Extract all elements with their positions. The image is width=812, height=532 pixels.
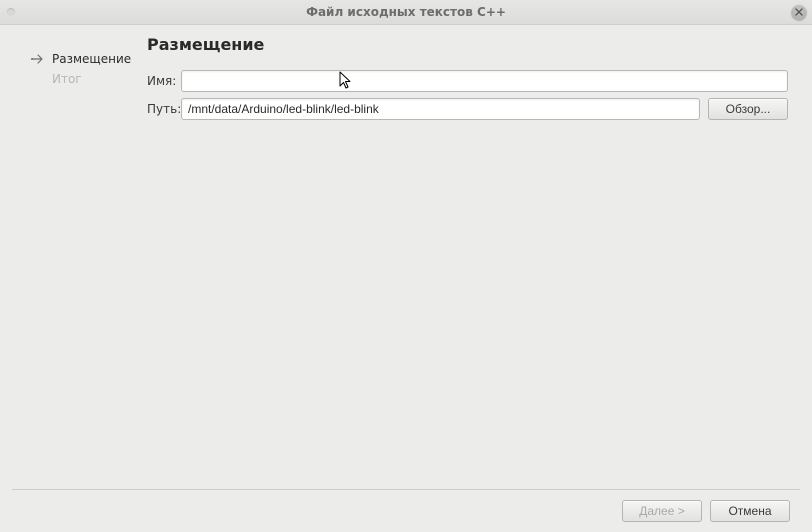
name-label: Имя:	[147, 74, 181, 88]
browse-button[interactable]: Обзор...	[708, 98, 788, 120]
name-field[interactable]	[181, 70, 788, 92]
wizard-steps: Размещение Итог	[0, 25, 140, 89]
close-icon	[795, 8, 803, 16]
wizard-page: Размещение Имя: Путь: Обзор...	[147, 35, 788, 126]
cancel-button[interactable]: Отмена	[710, 500, 790, 522]
wizard-step-label: Размещение	[52, 52, 131, 66]
wizard-step-placement: Размещение	[0, 49, 140, 69]
page-title: Размещение	[147, 35, 788, 54]
wizard-step-label: Итог	[52, 72, 82, 86]
wizard-button-bar: Далее > Отмена	[0, 490, 812, 532]
titlebar-dot-icon	[7, 8, 15, 16]
path-row: Путь: Обзор...	[147, 98, 788, 120]
wizard-body: Размещение Итог Размещение Имя: Путь: Об…	[0, 25, 812, 490]
window-titlebar: Файл исходных текстов C++	[0, 0, 812, 25]
window-close-button[interactable]	[791, 4, 807, 20]
path-field[interactable]	[181, 98, 700, 120]
name-row: Имя:	[147, 70, 788, 92]
next-button[interactable]: Далее >	[622, 500, 702, 522]
window-title: Файл исходных текстов C++	[306, 5, 506, 19]
arrow-right-icon	[30, 51, 46, 67]
wizard-step-summary: Итог	[0, 69, 140, 89]
path-label: Путь:	[147, 102, 181, 116]
